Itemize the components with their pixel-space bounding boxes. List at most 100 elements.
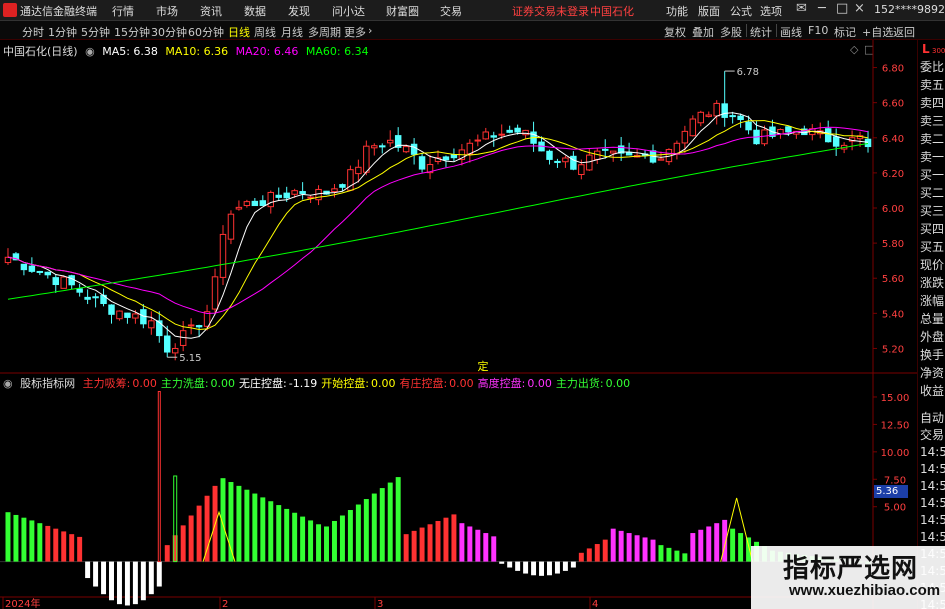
side-quote-item[interactable]: 卖五 (918, 76, 945, 94)
watermark-url: www.xuezhibiao.com (789, 582, 941, 599)
tab-monthly[interactable]: 月线 (281, 24, 303, 40)
candle-body (498, 133, 505, 136)
indicator-bar (69, 534, 75, 562)
side-quote-item[interactable]: 委比 (918, 58, 945, 76)
btn-tongji[interactable]: 统计 (750, 24, 772, 40)
indicator-tick-label: 15.00 (881, 393, 910, 404)
indicator-bar (5, 512, 11, 562)
indicator-title: 股标指标网 (20, 377, 76, 390)
side-trade-item[interactable]: 交易 (918, 427, 945, 444)
tab-5min[interactable]: 5分钟 (81, 24, 110, 40)
candle-body (450, 154, 458, 159)
menu-xuanxiang[interactable]: 选项 (760, 3, 782, 19)
tab-weekly[interactable]: 周线 (254, 24, 276, 40)
indicator-bar (674, 550, 680, 562)
indicator-item: 主力出货: 0.00 (556, 377, 630, 390)
side-quote-item[interactable]: 涨幅 (918, 292, 945, 310)
login-warning[interactable]: 证券交易未登录 (512, 3, 589, 19)
tab-1min[interactable]: 1分钟 (48, 24, 77, 40)
tab-multi-period[interactable]: 多周期 (308, 24, 341, 40)
side-trade-item[interactable]: 14:56 (918, 529, 945, 546)
menu-shuju[interactable]: 数据 (244, 3, 266, 19)
indicator-bar (547, 561, 552, 576)
side-quote-item[interactable]: 卖四 (918, 94, 945, 112)
candle-body (657, 158, 665, 161)
candle-body (171, 347, 179, 354)
side-quote-item[interactable]: 外盘 (918, 328, 945, 346)
tab-fenshi[interactable]: 分时 (22, 24, 44, 40)
side-quote-item[interactable]: 买三 (918, 202, 945, 220)
side-quote-item[interactable]: 买二 (918, 184, 945, 202)
btn-diejia[interactable]: 叠加 (692, 24, 714, 40)
menu-zixun[interactable]: 资讯 (200, 3, 222, 19)
side-quote-item[interactable]: 净资 (918, 364, 945, 382)
minimize-icon[interactable]: ─ (818, 1, 826, 16)
indicator-bar (586, 548, 592, 562)
side-quote-item[interactable]: 换手 (918, 346, 945, 364)
menu-faxian[interactable]: 发现 (288, 3, 310, 19)
tab-daily[interactable]: 日线 (228, 24, 250, 40)
candle-body (705, 114, 712, 117)
price-tick-label: 6.80 (882, 64, 904, 75)
side-quote-item[interactable]: 涨跌 (918, 274, 945, 292)
indicator-bar (411, 530, 417, 562)
side-trade-item[interactable]: 14:56 (918, 444, 945, 461)
side-quote-item[interactable]: 买一 (918, 166, 945, 184)
btn-duogu[interactable]: 多股 (720, 24, 742, 40)
indicator-bar (515, 561, 521, 571)
quote-side-panel: L 300 委比 卖五 卖四 卖三 卖二 卖一 买一 买二 买三 买四 买五 现价 涨跌 涨幅 总量 外盘 换手… (917, 40, 945, 609)
btn-biaoji[interactable]: 标记 (834, 24, 856, 40)
indicator-bar (260, 497, 266, 562)
menu-gongneng[interactable]: 功能 (666, 3, 688, 19)
side-quote-item[interactable]: 买四 (918, 220, 945, 238)
side-quote-item[interactable]: 卖三 (918, 112, 945, 130)
menu-gongshi[interactable]: 公式 (730, 3, 752, 19)
maximize-icon[interactable]: □ (836, 1, 848, 16)
candle-body (832, 136, 840, 147)
tab-more[interactable]: 更多 (344, 24, 366, 40)
side-trade-item[interactable]: 14:56 (918, 461, 945, 478)
side-trade-item[interactable]: 14:56 (918, 495, 945, 512)
candle-body (418, 156, 426, 170)
side-trade-item[interactable]: 14:56 (918, 512, 945, 529)
side-quote-item[interactable]: 现价 (918, 256, 945, 274)
indicator-bar (284, 508, 290, 562)
price-tick-label: 6.60 (882, 99, 904, 110)
btn-back[interactable]: 返回 (893, 24, 915, 40)
indicator-item-value: 0.00 (527, 377, 552, 390)
candle-body (235, 206, 243, 210)
menu-hangqing[interactable]: 行情 (112, 3, 134, 19)
user-account[interactable]: 152****9892 (874, 3, 945, 16)
btn-fuquan[interactable]: 复权 (664, 24, 686, 40)
close-icon[interactable]: × (854, 1, 865, 16)
side-quote-item[interactable]: 总量 (918, 310, 945, 328)
message-icon[interactable]: ✉ (796, 1, 807, 16)
indicator-item-value: 0.00 (449, 377, 474, 390)
indicator-settings-icon[interactable]: ◉ (3, 377, 13, 390)
chart-area[interactable]: 中国石化(日线) ◉ MA5: 6.38 MA10: 6.36 MA20: 6.… (0, 40, 917, 609)
candle-body (474, 139, 482, 142)
indicator-bar (29, 520, 35, 562)
side-trade-item[interactable]: 14:56 (918, 478, 945, 495)
tab-15min[interactable]: 15分钟 (114, 24, 150, 40)
side-quote-item[interactable]: 收益 (918, 382, 945, 400)
side-quote-item[interactable]: 卖一 (918, 148, 945, 166)
tab-30min[interactable]: 30分钟 (151, 24, 187, 40)
indicator-bar (730, 528, 736, 562)
menu-jiaoyi[interactable]: 交易 (440, 3, 462, 19)
side-quote-item[interactable]: 卖二 (918, 130, 945, 148)
more-chevron-icon[interactable]: › (368, 24, 372, 37)
btn-f10[interactable]: F10 (808, 24, 828, 37)
side-quote-item[interactable]: 买五 (918, 238, 945, 256)
btn-add-favorite[interactable]: +自选 (862, 24, 893, 40)
current-stock[interactable]: 中国石化 (590, 3, 634, 19)
menu-banmian[interactable]: 版面 (698, 3, 720, 19)
menu-shichang[interactable]: 市场 (156, 3, 178, 19)
menu-caifuquan[interactable]: 财富圈 (386, 3, 419, 19)
tab-60min[interactable]: 60分钟 (188, 24, 224, 40)
menu-wenxiaoda[interactable]: 问小达 (332, 3, 365, 19)
side-trade-item[interactable]: 自动 (918, 410, 945, 427)
btn-huaxian[interactable]: 画线 (780, 24, 802, 40)
indicator-bar (419, 527, 425, 562)
candle-body (267, 191, 275, 208)
